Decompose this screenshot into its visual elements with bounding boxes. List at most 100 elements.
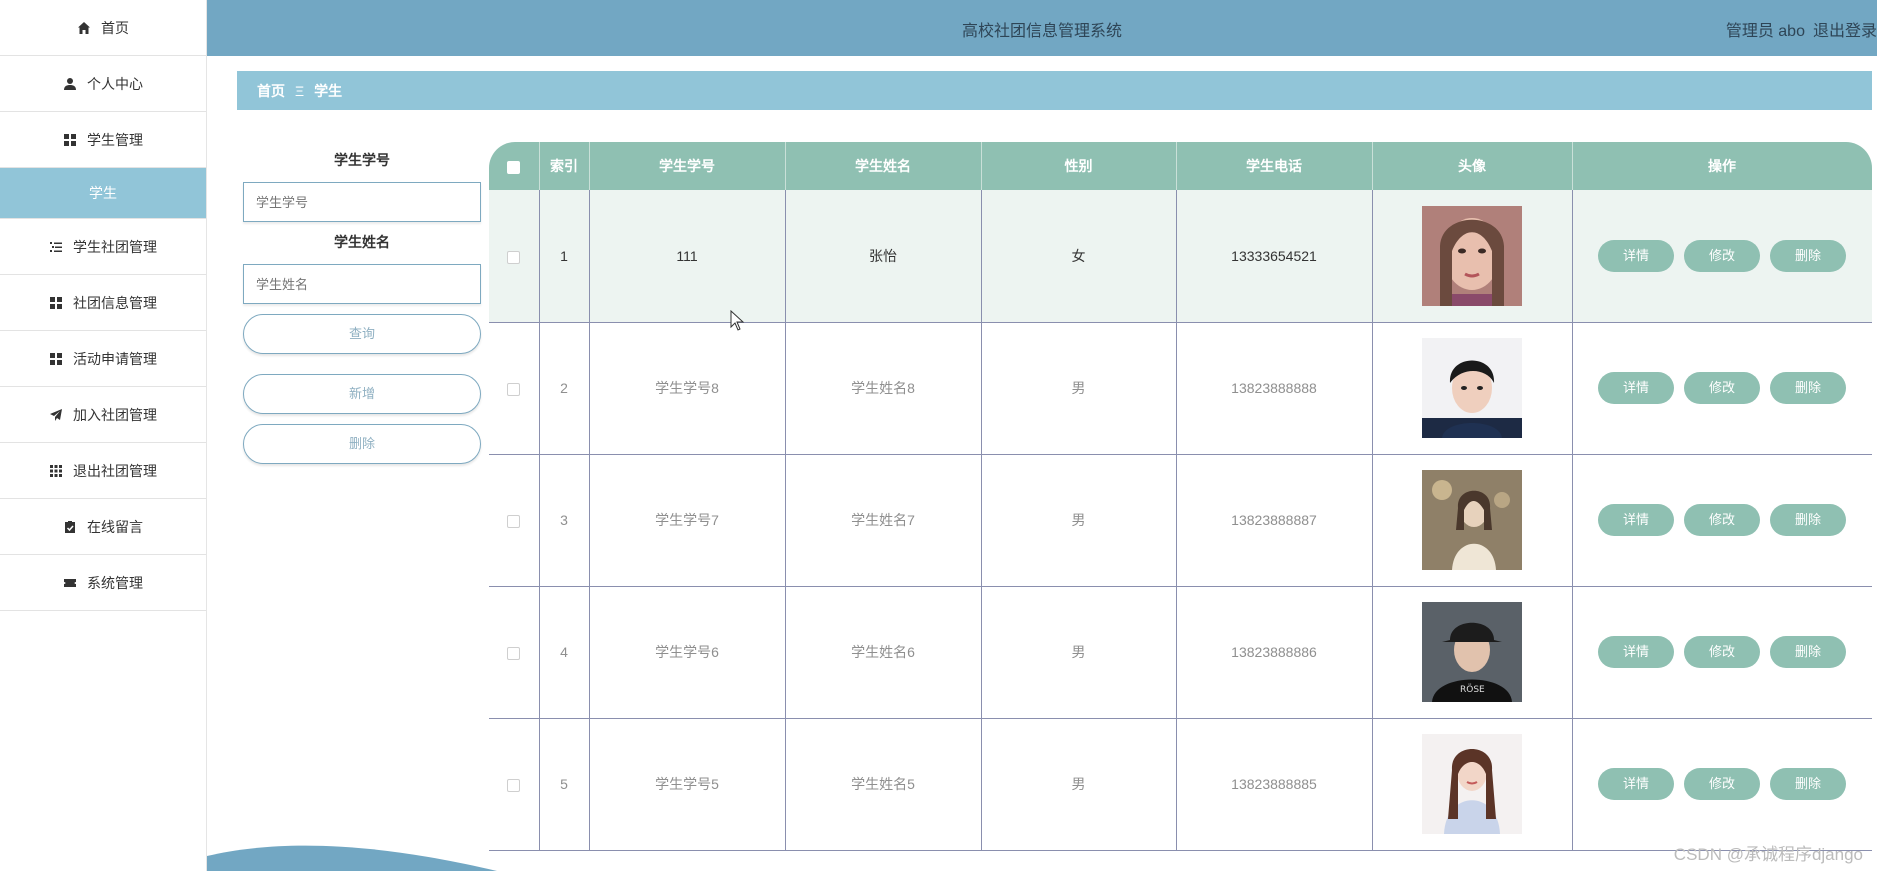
row-student-id: 学生学号7 <box>589 454 786 587</box>
delete-button[interactable]: 删除 <box>1770 636 1846 668</box>
row-index: 4 <box>539 586 590 719</box>
admin-username: 管理员 abo <box>1725 23 1805 40</box>
sidebar-item-quit-club[interactable]: 退出社团管理 <box>0 443 206 499</box>
row-checkbox[interactable] <box>507 778 521 792</box>
grid-icon <box>63 133 77 147</box>
avatar[interactable] <box>1422 205 1522 306</box>
grid-icon <box>49 296 63 310</box>
table-header-row: 索引 学生学号 学生姓名 性别 学生电话 头像 操作 <box>489 142 1872 190</box>
select-all-checkbox[interactable] <box>507 160 521 174</box>
detail-button[interactable]: 详情 <box>1598 636 1674 668</box>
row-index: 2 <box>539 322 590 455</box>
user-icon <box>63 77 77 91</box>
row-gender: 男 <box>981 718 1177 851</box>
avatar[interactable]: RÖSE <box>1422 602 1522 702</box>
row-phone: 13823888887 <box>1176 454 1373 587</box>
edit-button[interactable]: 修改 <box>1684 239 1760 272</box>
student-id-input[interactable] <box>243 182 481 222</box>
sidebar-item-club-info[interactable]: 社团信息管理 <box>0 275 206 331</box>
delete-button[interactable]: 删除 <box>1770 768 1846 800</box>
row-index: 1 <box>539 190 590 323</box>
query-button[interactable]: 查询 <box>243 314 481 354</box>
sidebar-item-profile[interactable]: 个人中心 <box>0 56 206 112</box>
home-icon <box>77 21 91 35</box>
table-row: 5 学生学号5 学生姓名5 男 13823888885 详情 修改 删除 <box>489 718 1872 851</box>
row-student-name: 张怡 <box>785 190 982 323</box>
row-student-name: 学生姓名5 <box>785 718 982 851</box>
delete-button[interactable]: 删除 <box>1770 239 1846 272</box>
ticket-icon <box>63 576 77 590</box>
row-student-name: 学生姓名7 <box>785 454 982 587</box>
row-phone: 13823888886 <box>1176 586 1373 719</box>
table-row: 4 学生学号6 学生姓名6 男 13823888886 RÖSE 详情 修改 删除 <box>489 586 1872 719</box>
table-row: 3 学生学号7 学生姓名7 男 13823888887 详情 修改 删除 <box>489 454 1872 587</box>
sidebar-item-activity-application[interactable]: 活动申请管理 <box>0 331 206 387</box>
student-id-label: 学生学号 <box>334 152 390 168</box>
paper-plane-icon <box>49 408 63 422</box>
table-row: 2 学生学号8 学生姓名8 男 13823888888 详情修改 删除 <box>489 322 1872 455</box>
avatar[interactable] <box>1422 470 1522 570</box>
avatar[interactable] <box>1422 734 1522 834</box>
delete-button[interactable]: 删除 <box>1770 372 1846 404</box>
row-student-id: 学生学号5 <box>589 718 786 851</box>
sidebar-item-home[interactable]: 首页 <box>0 0 206 56</box>
avatar[interactable] <box>1422 338 1522 438</box>
edit-button[interactable]: 修改 <box>1684 504 1760 536</box>
row-index: 5 <box>539 718 590 851</box>
sidebar-item-label: 学生社团管理 <box>73 238 157 255</box>
mouse-cursor-icon <box>730 310 745 331</box>
row-gender: 男 <box>981 322 1177 455</box>
detail-button[interactable]: 详情 <box>1598 372 1674 404</box>
sidebar-item-label: 在线留言 <box>87 518 143 535</box>
row-student-id: 学生学号8 <box>589 322 786 455</box>
row-checkbox[interactable] <box>507 382 521 396</box>
sidebar-item-online-message[interactable]: 在线留言 <box>0 499 206 555</box>
edit-button[interactable]: 修改 <box>1684 372 1760 404</box>
batch-delete-button[interactable]: 删除 <box>243 424 481 464</box>
breadcrumb-home[interactable]: 首页 <box>257 81 285 101</box>
edit-button[interactable]: 修改 <box>1684 768 1760 800</box>
edit-button[interactable]: 修改 <box>1684 636 1760 668</box>
table-row: 1 111 张怡 女 13333654521 详情 修改 删除 <box>489 190 1872 323</box>
detail-button[interactable]: 详情 <box>1598 239 1674 272</box>
detail-button[interactable]: 详情 <box>1598 768 1674 800</box>
column-header: 操作 <box>1572 142 1872 190</box>
sidebar-item-label: 个人中心 <box>87 75 143 92</box>
detail-button[interactable]: 详情 <box>1598 504 1674 536</box>
student-name-input[interactable] <box>243 264 481 304</box>
list-icon <box>49 240 63 254</box>
column-header: 学生姓名 <box>785 142 982 190</box>
breadcrumb: 首页 Ξ 学生 <box>237 71 1872 110</box>
decorative-wave <box>207 845 497 871</box>
student-name-label: 学生姓名 <box>334 234 390 250</box>
svg-text:RÖSE: RÖSE <box>1460 684 1485 695</box>
user-area: 管理员 abo 退出登录 <box>1718 17 1877 41</box>
sidebar-item-student[interactable]: 学生 <box>0 168 206 219</box>
add-button[interactable]: 新增 <box>243 374 481 414</box>
select-all-header[interactable] <box>489 142 540 190</box>
delete-button[interactable]: 删除 <box>1770 504 1846 536</box>
sidebar-item-student-management[interactable]: 学生管理 <box>0 112 206 168</box>
row-student-name: 学生姓名8 <box>785 322 982 455</box>
row-checkbox[interactable] <box>507 646 521 660</box>
row-student-name: 学生姓名6 <box>785 586 982 719</box>
sidebar-item-label: 首页 <box>101 19 129 36</box>
search-panel: 学生学号 学生姓名 查询 新增 删除 <box>243 150 481 464</box>
row-gender: 男 <box>981 454 1177 587</box>
row-checkbox[interactable] <box>507 250 521 264</box>
breadcrumb-separator: Ξ <box>295 82 305 99</box>
logout-link[interactable]: 退出登录 <box>1813 23 1877 40</box>
apps-icon <box>49 464 63 478</box>
sidebar: 首页 个人中心 学生管理 学生 学生社团管理 社团信息管理 活动申请管理 加入社… <box>0 0 207 871</box>
sidebar-item-join-club[interactable]: 加入社团管理 <box>0 387 206 443</box>
row-checkbox[interactable] <box>507 514 521 528</box>
column-header: 学生学号 <box>589 142 786 190</box>
sidebar-item-label: 系统管理 <box>87 574 143 591</box>
sidebar-item-student-club[interactable]: 学生社团管理 <box>0 219 206 275</box>
sidebar-item-label: 学生 <box>89 185 117 201</box>
sidebar-item-system-management[interactable]: 系统管理 <box>0 555 206 611</box>
column-header: 学生电话 <box>1176 142 1373 190</box>
grid-icon <box>49 352 63 366</box>
row-phone: 13823888888 <box>1176 322 1373 455</box>
column-header: 头像 <box>1372 142 1573 190</box>
